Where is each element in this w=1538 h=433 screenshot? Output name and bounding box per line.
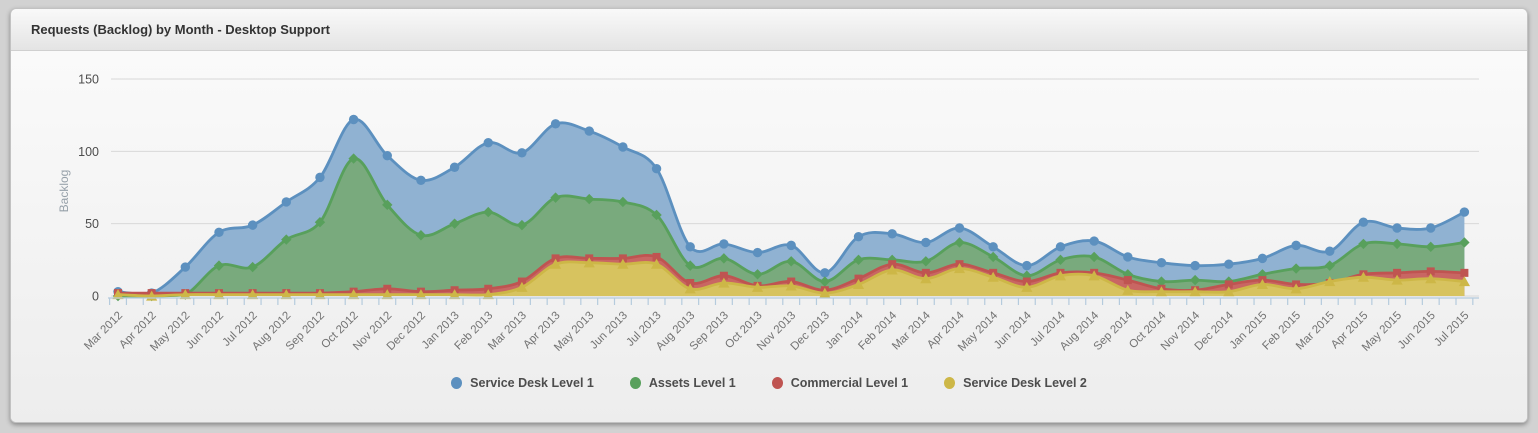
data-point-service-desk-level-1[interactable] xyxy=(921,237,931,248)
data-point-commercial-level-1[interactable] xyxy=(1460,268,1469,277)
data-point-service-desk-level-1[interactable] xyxy=(954,223,965,233)
legend-label: Service Desk Level 1 xyxy=(470,376,594,390)
data-point-service-desk-level-1[interactable] xyxy=(348,114,359,125)
data-point-service-desk-level-1[interactable] xyxy=(786,240,796,251)
legend-item-commercial-level-1[interactable]: Commercial Level 1 xyxy=(771,376,909,390)
x-axis-label: Jul 2015 xyxy=(1432,310,1471,349)
data-point-service-desk-level-1[interactable] xyxy=(1190,260,1200,271)
data-point-service-desk-level-1[interactable] xyxy=(1358,217,1369,227)
data-point-service-desk-level-1[interactable] xyxy=(281,197,291,207)
data-point-service-desk-level-1[interactable] xyxy=(1089,236,1099,246)
legend-label: Commercial Level 1 xyxy=(790,376,909,390)
data-point-service-desk-level-1[interactable] xyxy=(214,227,224,238)
x-axis-label: Jun 2012 xyxy=(184,310,226,352)
y-axis-label: 50 xyxy=(85,217,99,231)
chart-legend: Service Desk Level 1 Assets Level 1 Commer… xyxy=(11,376,1527,390)
y-axis-label: 150 xyxy=(78,73,99,87)
square-legend-marker-icon xyxy=(771,377,783,389)
panel-header: Requests (Backlog) by Month - Desktop Su… xyxy=(11,9,1527,51)
y-axis-label: 100 xyxy=(78,145,99,159)
data-point-service-desk-level-1[interactable] xyxy=(180,262,191,272)
data-point-service-desk-level-1[interactable] xyxy=(853,231,864,242)
data-point-service-desk-level-1[interactable] xyxy=(1291,240,1301,251)
data-point-service-desk-level-1[interactable] xyxy=(1426,223,1436,233)
data-point-service-desk-level-1[interactable] xyxy=(382,150,392,161)
data-point-service-desk-level-1[interactable] xyxy=(685,242,695,252)
x-axis-label: Jun 2015 xyxy=(1396,310,1438,352)
data-point-service-desk-level-1[interactable] xyxy=(416,175,426,185)
y-axis-title: Backlog xyxy=(57,170,71,213)
data-point-service-desk-level-1[interactable] xyxy=(584,126,594,136)
legend-label: Assets Level 1 xyxy=(648,376,736,390)
diamond-legend-marker-icon xyxy=(629,377,641,389)
data-point-service-desk-level-1[interactable] xyxy=(719,239,729,249)
x-axis-label: Mar 2012 xyxy=(82,310,125,353)
data-point-service-desk-level-1[interactable] xyxy=(1022,260,1032,271)
data-point-service-desk-level-1[interactable] xyxy=(1123,252,1133,262)
data-point-service-desk-level-1[interactable] xyxy=(1325,246,1335,256)
legend-item-service-desk-level-2[interactable]: Service Desk Level 2 xyxy=(944,376,1087,390)
data-point-service-desk-level-1[interactable] xyxy=(449,162,460,172)
data-point-service-desk-level-1[interactable] xyxy=(651,163,662,174)
data-point-service-desk-level-1[interactable] xyxy=(1224,259,1234,269)
chart-panel: Requests (Backlog) by Month - Desktop Su… xyxy=(10,8,1528,423)
x-axis-label: Jun 2013 xyxy=(588,310,630,352)
area-chart: 050100150BacklogMar 2012Apr 2012May 2012… xyxy=(57,73,1479,354)
data-point-service-desk-level-1[interactable] xyxy=(1055,242,1066,252)
data-point-commercial-level-1[interactable] xyxy=(1123,276,1132,285)
data-point-service-desk-level-1[interactable] xyxy=(1459,207,1470,217)
circle-legend-marker-icon xyxy=(451,377,463,389)
chart-title: Requests (Backlog) by Month - Desktop Su… xyxy=(31,22,331,37)
data-point-service-desk-level-1[interactable] xyxy=(887,229,897,239)
data-point-service-desk-level-1[interactable] xyxy=(1257,253,1268,264)
legend-item-assets-level-1[interactable]: Assets Level 1 xyxy=(629,376,736,390)
data-point-service-desk-level-1[interactable] xyxy=(483,137,493,148)
data-point-service-desk-level-1[interactable] xyxy=(247,220,258,230)
y-axis-label: 0 xyxy=(92,290,99,304)
data-point-service-desk-level-1[interactable] xyxy=(820,268,830,278)
data-point-service-desk-level-1[interactable] xyxy=(752,247,763,258)
data-point-service-desk-level-1[interactable] xyxy=(1392,223,1402,233)
legend-item-service-desk-level-1[interactable]: Service Desk Level 1 xyxy=(451,376,594,390)
chart-body: 0 50 100 150 Backlog Mar 2012 Apr 2012 May 2012… xyxy=(11,51,1527,422)
data-point-service-desk-level-1[interactable] xyxy=(517,148,527,158)
data-point-service-desk-level-1[interactable] xyxy=(315,172,325,183)
triangle-legend-marker-icon xyxy=(944,377,956,389)
data-point-service-desk-level-1[interactable] xyxy=(618,142,628,152)
data-point-service-desk-level-1[interactable] xyxy=(550,119,561,129)
data-point-service-desk-level-1[interactable] xyxy=(1156,258,1167,268)
data-point-service-desk-level-1[interactable] xyxy=(988,242,998,252)
x-axis-label: Jun 2014 xyxy=(992,309,1034,351)
legend-label: Service Desk Level 2 xyxy=(963,376,1087,390)
